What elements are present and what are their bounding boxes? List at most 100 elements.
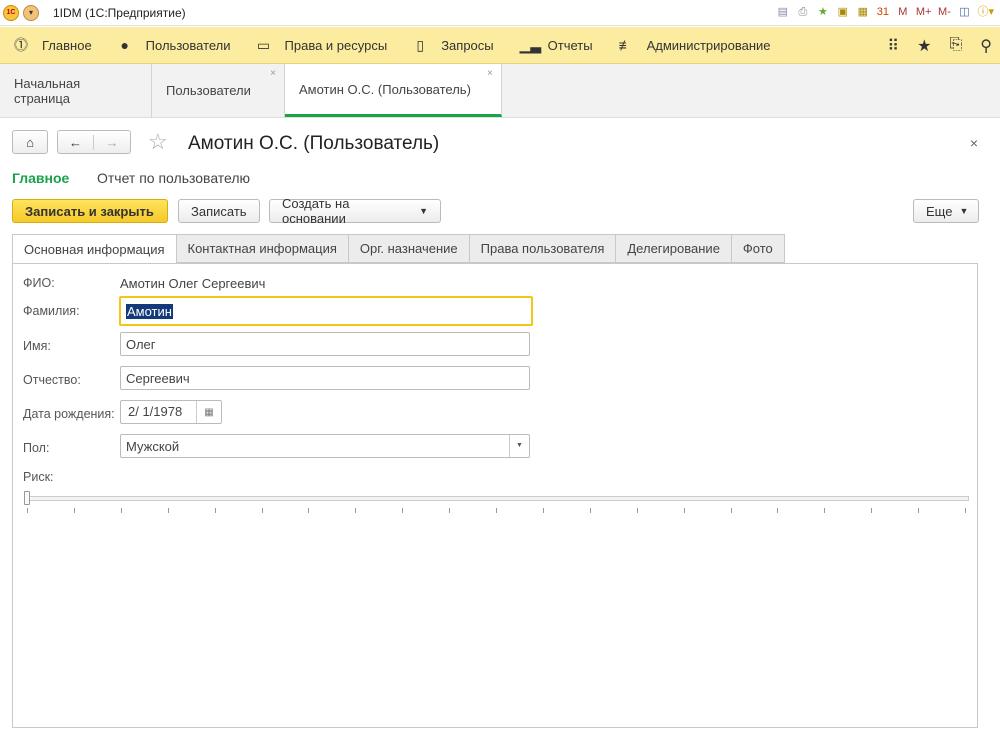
user-icon: ● <box>120 37 129 53</box>
panel-main-link[interactable]: Главное <box>12 170 69 186</box>
settings-sliders-icon: ≢ <box>618 37 633 53</box>
tab-photo[interactable]: Фото <box>731 234 785 263</box>
tab-delegation[interactable]: Делегирование <box>616 234 732 263</box>
section-requests[interactable]: ▯ Запросы <box>413 37 493 54</box>
basic-info-panel: ФИО: Амотин Олег Сергеевич Фамилия: Амот… <box>12 263 978 728</box>
chevron-down-icon: ▼ <box>959 206 969 216</box>
history-nav: ← → <box>57 130 131 154</box>
risk-slider-track[interactable] <box>27 496 969 501</box>
memory-mplus-button[interactable]: M+ <box>916 4 932 20</box>
slider-tick <box>261 508 263 513</box>
risk-label: Риск: <box>23 470 54 484</box>
panel-icon[interactable]: ◫ <box>957 4 971 20</box>
section-rights[interactable]: ▭ Права и ресурсы <box>256 36 387 54</box>
tab-user-amotin[interactable]: Амотин О.С. (Пользователь) × <box>285 64 502 117</box>
slider-tick <box>355 508 357 513</box>
birth-date-input[interactable]: 2/ 1/1978 ▦ <box>120 400 222 424</box>
panel-report-link[interactable]: Отчет по пользователю <box>97 170 250 186</box>
save-icon[interactable]: ▤ <box>776 4 790 20</box>
slider-tick <box>824 508 826 513</box>
folder-icon: ▭ <box>256 36 271 53</box>
birth-date-label: Дата рождения: <box>23 407 115 421</box>
back-icon[interactable]: ← <box>58 134 95 150</box>
slider-tick <box>73 508 75 513</box>
last-name-input[interactable]: Амотин <box>119 296 533 326</box>
slider-tick <box>167 508 169 513</box>
title-bar: 1С ▾ 1IDM (1С:Предприятие) ▤ ⎙ ★ ▣ ▦ 31 … <box>0 0 1000 26</box>
slider-tick <box>496 508 497 513</box>
section-users[interactable]: ● Пользователи <box>118 37 230 53</box>
last-name-label: Фамилия: <box>23 304 80 318</box>
chevron-down-icon: ▼ <box>419 206 428 216</box>
calendar-icon[interactable]: 31 <box>876 4 890 20</box>
slider-tick <box>918 508 920 513</box>
middle-name-label: Отчество: <box>23 373 81 387</box>
middle-name-input[interactable]: Сергеевич <box>120 366 530 390</box>
bookmark-icon[interactable]: ▣ <box>836 4 850 20</box>
tab-basic-info[interactable]: Основная информация <box>12 234 177 264</box>
slider-tick <box>120 508 122 513</box>
slider-tick <box>636 508 638 513</box>
close-icon[interactable]: × <box>487 68 493 79</box>
app-title: 1IDM (1С:Предприятие) <box>53 5 186 20</box>
slider-tick <box>777 508 779 513</box>
form-title: Амотин О.С. (Пользователь) <box>188 133 440 154</box>
slider-tick <box>214 508 216 513</box>
tab-contact-info[interactable]: Контактная информация <box>176 234 349 263</box>
print-icon[interactable]: ⎙ <box>796 4 810 20</box>
gender-select[interactable]: Мужской ▼ <box>120 434 530 458</box>
calculator-icon[interactable]: ▦ <box>856 4 870 20</box>
user-form: ⌂ ← → ☆ Амотин О.С. (Пользователь) × Гла… <box>0 118 1000 742</box>
fio-value: Амотин Олег Сергеевич <box>120 276 266 291</box>
slider-tick <box>308 508 310 513</box>
create-based-on-button[interactable]: Создать на основании ▼ <box>269 196 441 226</box>
section-bar: ⓵ Главное ● Пользователи ▭ Права и ресурсы … <box>0 27 1000 64</box>
slider-tick <box>589 508 591 513</box>
favorites-star-icon[interactable]: ★ <box>917 36 931 56</box>
section-admin[interactable]: ≢ Администрирование <box>619 37 771 53</box>
1c-logo-icon[interactable]: 1С <box>3 4 19 21</box>
memory-mminus-button[interactable]: M- <box>937 4 951 20</box>
form-tabs: Основная информация Контактная информаци… <box>12 234 785 264</box>
save-and-close-button[interactable]: Записать и закрыть <box>12 199 168 223</box>
home-icon: ⌂ <box>26 134 34 150</box>
gender-label: Пол: <box>23 441 50 455</box>
close-icon[interactable]: × <box>270 68 276 79</box>
chevron-down-icon[interactable]: ▼ <box>509 435 529 457</box>
info-icon[interactable]: ⓘ▾ <box>977 4 994 20</box>
main-menu-icon[interactable]: ▾ <box>23 4 39 21</box>
save-button[interactable]: Записать <box>178 199 260 223</box>
tab-users[interactable]: Пользователи × <box>152 64 285 117</box>
more-button[interactable]: Еще ▼ <box>913 199 979 223</box>
all-functions-icon[interactable]: ⠿ <box>887 36 899 56</box>
calendar-icon[interactable]: ▦ <box>197 407 221 418</box>
memory-m-button[interactable]: M <box>896 4 910 20</box>
close-icon[interactable]: × <box>970 135 978 151</box>
slider-tick <box>683 508 685 513</box>
slider-tick <box>402 508 404 513</box>
forward-icon[interactable]: → <box>94 135 130 150</box>
home-button[interactable]: ⌂ <box>12 130 48 154</box>
slider-tick <box>542 508 544 513</box>
home-badge-icon: ⓵ <box>14 37 28 53</box>
tab-home-page[interactable]: Начальная страница <box>0 64 152 117</box>
bar-chart-icon: ▁▃ <box>519 36 542 53</box>
slider-tick <box>965 508 966 513</box>
add-favorite-icon[interactable]: ★ <box>816 4 830 20</box>
first-name-input[interactable]: Олег <box>120 332 530 356</box>
search-icon[interactable]: ⚲ <box>980 36 992 56</box>
slider-tick <box>449 508 451 513</box>
risk-slider-thumb[interactable] <box>24 491 30 505</box>
slider-tick <box>27 508 28 513</box>
section-reports[interactable]: ▁▃ Отчеты <box>520 37 593 54</box>
section-main[interactable]: ⓵ Главное <box>14 35 92 55</box>
fio-label: ФИО: <box>23 276 55 290</box>
history-icon[interactable]: ⎘ <box>949 36 962 56</box>
slider-tick <box>730 508 732 513</box>
tab-user-rights[interactable]: Права пользователя <box>469 234 617 263</box>
open-windows-bar: Начальная страница Пользователи × Амотин … <box>0 64 1000 118</box>
tab-org-assignment[interactable]: Орг. назначение <box>348 234 470 263</box>
slider-tick <box>871 508 873 513</box>
favorite-star-icon[interactable]: ☆ <box>148 129 168 155</box>
first-name-label: Имя: <box>23 339 51 353</box>
